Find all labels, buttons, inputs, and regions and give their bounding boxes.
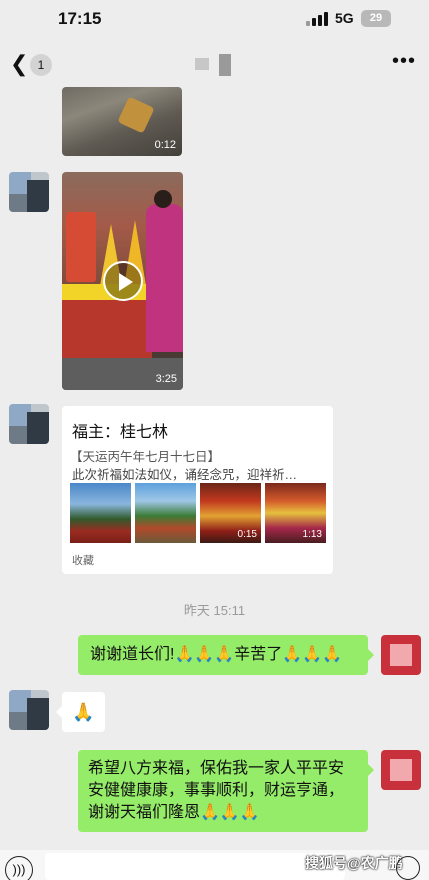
video-duration: 0:12 <box>154 139 176 151</box>
my-avatar[interactable] <box>381 750 421 790</box>
card-thumbnail-image <box>70 483 131 543</box>
outgoing-message-bubble[interactable]: 希望八方来福，保佑我一家人平平安安健健康康，事事顺利，财运亨通，谢谢天福们隆恩🙏… <box>78 750 374 832</box>
more-options-icon[interactable]: ••• <box>392 50 416 73</box>
back-chevron-icon[interactable]: ❮ <box>10 53 28 75</box>
thumbnail-duration: 0:15 <box>237 529 257 540</box>
card-source-label: 收藏 <box>72 555 94 567</box>
card-date: 【天运丙午年七月十七日】 <box>70 450 221 464</box>
video-message[interactable]: 3:25 <box>62 172 183 390</box>
contact-avatar[interactable] <box>9 172 49 212</box>
incoming-message-bubble[interactable]: 🙏 <box>56 692 105 732</box>
card-title: 福主：桂七林 <box>72 424 169 441</box>
voice-input-icon[interactable]: ))) <box>5 856 33 880</box>
video-thumbnail-image <box>117 96 155 134</box>
battery-icon: 29 <box>361 10 391 27</box>
add-icon[interactable] <box>396 856 420 880</box>
chat-title <box>195 54 235 76</box>
message-timestamp: 昨天 15:11 <box>183 603 246 618</box>
video-duration: 3:25 <box>155 373 177 385</box>
my-avatar[interactable] <box>381 635 421 675</box>
card-description: 此次祈福如法如仪，诵经念咒，迎祥祈… <box>72 468 298 482</box>
video-thumbnail-image <box>66 212 96 282</box>
card-thumbnail-image <box>135 483 196 543</box>
message-text: 🙏 <box>72 702 95 722</box>
video-message[interactable]: 0:12 <box>62 87 182 156</box>
source-watermark: 搜狐号@农广鹏 <box>305 855 403 871</box>
message-text: 希望八方来福，保佑我一家人平平安安健健康康，事事顺利，财运亨通，谢谢天福们隆恩🙏… <box>88 760 345 821</box>
unread-count-badge[interactable]: 1 <box>30 54 52 76</box>
signal-icon <box>306 12 330 26</box>
card-thumbnail-video: 0:15 <box>200 483 261 543</box>
contact-avatar[interactable] <box>9 690 49 730</box>
thumbnail-duration: 1:13 <box>302 529 322 540</box>
chat-history-card[interactable]: 福主：桂七林 【天运丙午年七月十七日】 此次祈福如法如仪，诵经念咒，迎祥祈… 0… <box>62 406 333 574</box>
message-text: 谢谢道长们!🙏🙏🙏辛苦了🙏🙏🙏 <box>90 646 342 663</box>
play-icon[interactable] <box>103 261 143 301</box>
message-input[interactable] <box>45 853 345 880</box>
card-thumbnail-video: 1:13 <box>265 483 326 543</box>
status-bar: 17:15 5G 29 <box>0 0 429 40</box>
network-label: 5G <box>335 10 354 26</box>
outgoing-message-bubble[interactable]: 谢谢道长们!🙏🙏🙏辛苦了🙏🙏🙏 <box>78 635 374 675</box>
chat-header: ❮ 1 ••• <box>0 40 429 88</box>
contact-avatar[interactable] <box>9 404 49 444</box>
status-time: 17:15 <box>58 9 102 28</box>
